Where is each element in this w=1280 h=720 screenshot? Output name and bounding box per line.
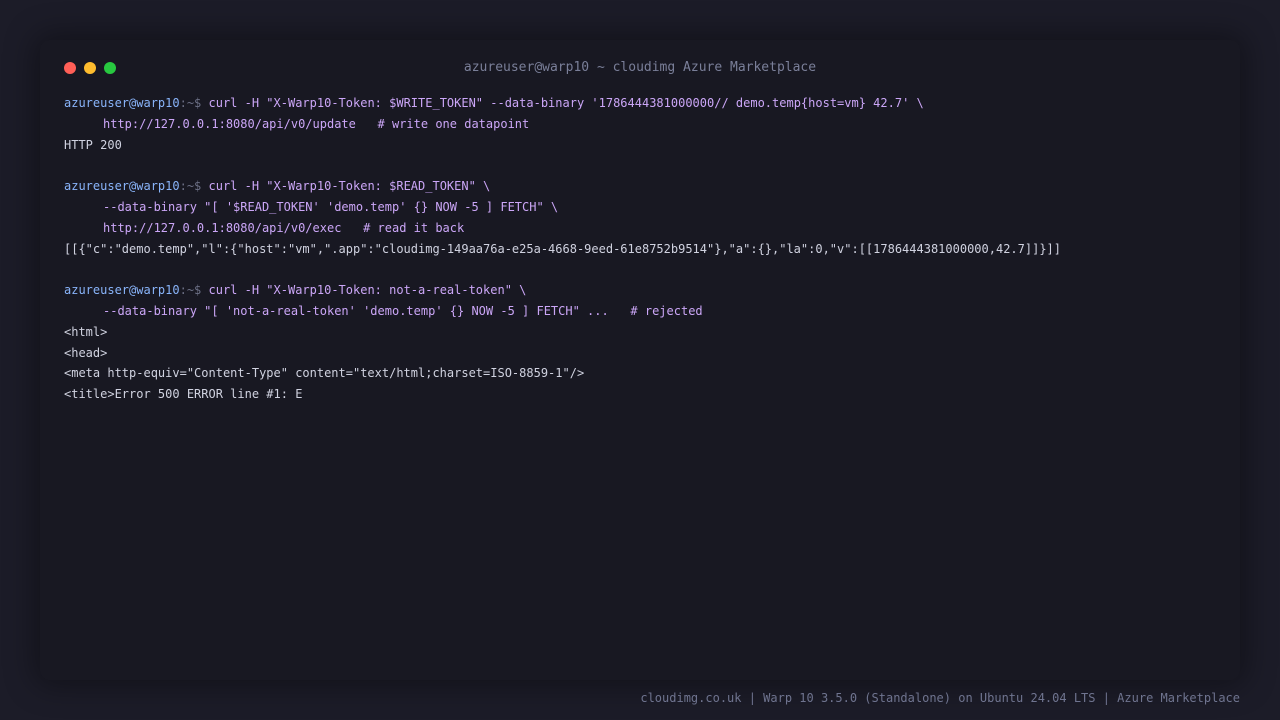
command-text: curl -H "X-Warp10-Token: $READ_TOKEN" \ [208, 179, 491, 194]
command-text: curl -H "X-Warp10-Token: $WRITE_TOKEN" -… [208, 96, 924, 110]
prompt-symbol: :~$ [179, 283, 209, 298]
prompt-user: azureuser@warp10 [64, 96, 180, 110]
command-line: azureuser@warp10:~$ curl -H "X-Warp10-To… [64, 93, 1216, 114]
command-continuation: --data-binary "[ 'not-a-real-token' 'dem… [103, 303, 703, 318]
output-line: [[{"c":"demo.temp","l":{"host":"vm",".ap… [64, 241, 1061, 256]
output-line: <meta http-equiv="Content-Type" content=… [64, 366, 585, 381]
prompt-user: azureuser@warp10 [64, 179, 180, 194]
command-continuation: --data-binary "[ '$READ_TOKEN' 'demo.tem… [103, 199, 559, 214]
output-line: <title>Error 500 ERROR line #1: E [64, 387, 303, 402]
output-line: <head> [64, 345, 108, 360]
command-line: azureuser@warp10:~$ curl -H "X-Warp10-To… [64, 176, 1216, 197]
output-line: HTTP 200 [64, 137, 122, 152]
prompt-user: azureuser@warp10 [64, 283, 180, 298]
command-continuation: http://127.0.0.1:8080/api/v0/exec # read… [103, 220, 465, 235]
terminal-output[interactable]: azureuser@warp10:~$ curl -H "X-Warp10-To… [64, 93, 1216, 405]
terminal-window: azureuser@warp10 ~ cloudimg Azure Market… [40, 40, 1240, 680]
output-line: <html> [64, 324, 108, 339]
title-bar: azureuser@warp10 ~ cloudimg Azure Market… [40, 40, 1240, 96]
command-continuation: http://127.0.0.1:8080/api/v0/update # wr… [103, 116, 530, 131]
command-line: azureuser@warp10:~$ curl -H "X-Warp10-To… [64, 280, 1216, 301]
command-text: curl -H "X-Warp10-Token: not-a-real-toke… [208, 283, 527, 298]
footer-caption: cloudimg.co.uk | Warp 10 3.5.0 (Standalo… [640, 691, 1240, 705]
window-title: azureuser@warp10 ~ cloudimg Azure Market… [463, 60, 817, 75]
prompt-symbol: :~$ [179, 179, 209, 194]
prompt-symbol: :~$ [179, 96, 209, 110]
